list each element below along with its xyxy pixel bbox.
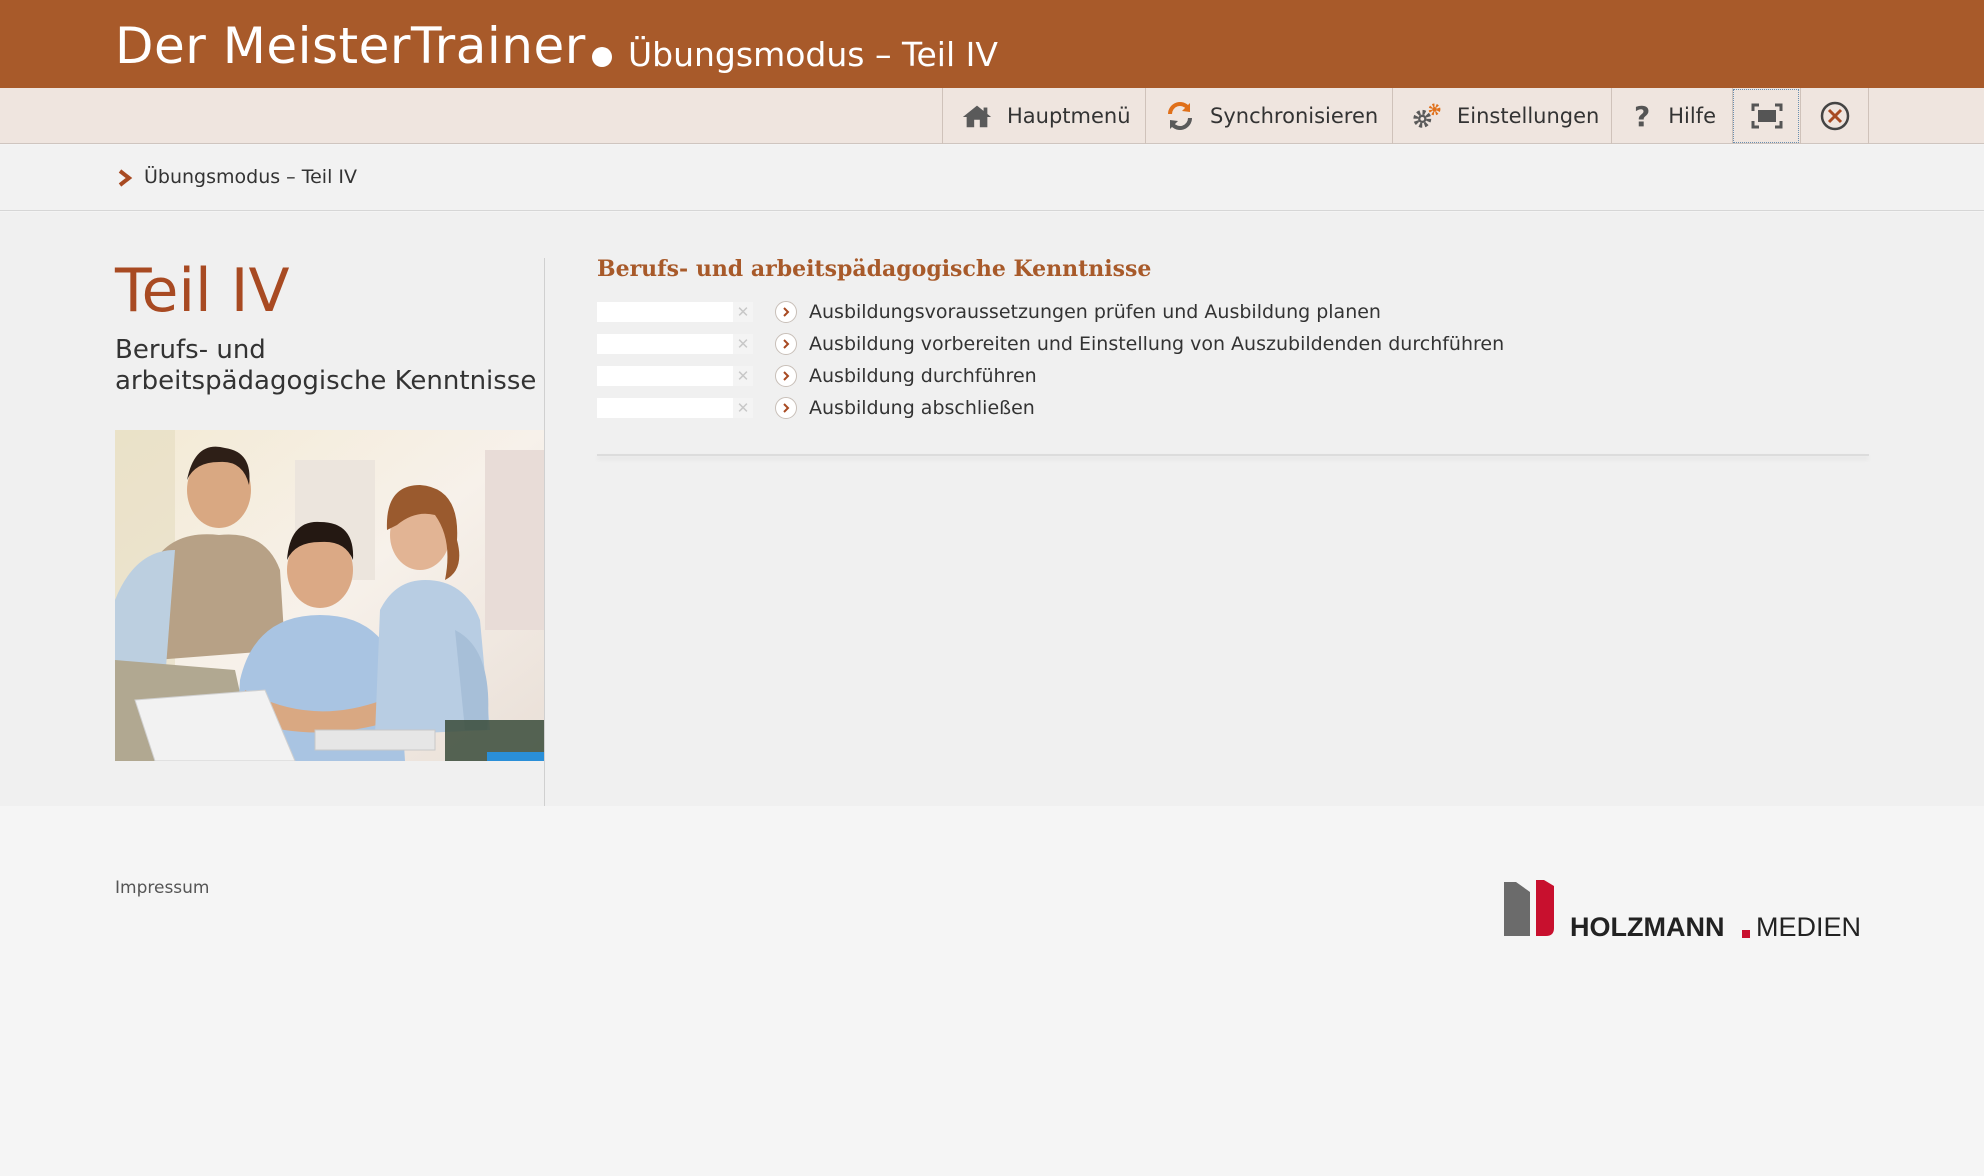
main-content: Teil IV Berufs- und arbeitspädagogische …	[0, 212, 1984, 808]
logo-brand: HOLZMANN	[1570, 912, 1725, 942]
help-button[interactable]: ? Hilfe	[1611, 88, 1732, 144]
help-icon: ?	[1633, 99, 1651, 133]
sync-label: Synchronisieren	[1210, 104, 1379, 128]
logo-sub: MEDIEN	[1756, 912, 1862, 942]
divider	[544, 258, 545, 808]
part-subtitle: Berufs- und arbeitspädagogische Kenntnis…	[115, 335, 537, 396]
help-label: Hilfe	[1668, 104, 1716, 128]
settings-button[interactable]: Einstellungen	[1392, 88, 1611, 144]
sync-icon	[1164, 100, 1196, 132]
chevron-right-icon[interactable]	[775, 397, 797, 419]
section-divider	[597, 454, 1869, 456]
progress-bar: ✕	[597, 366, 753, 386]
topic-item[interactable]: ✕ Ausbildung durchführen	[597, 360, 1867, 392]
topic-label[interactable]: Ausbildung vorbereiten und Einstellung v…	[809, 333, 1504, 355]
impressum-link[interactable]: Impressum	[115, 878, 210, 898]
home-icon	[961, 100, 993, 132]
progress-bar: ✕	[597, 334, 753, 354]
chevron-right-icon[interactable]	[775, 365, 797, 387]
toolbar: Hauptmenü Synchronisieren Einstellungen …	[0, 88, 1984, 144]
logo-mark-icon	[1504, 880, 1554, 936]
topic-label[interactable]: Ausbildungsvoraussetzungen prüfen und Au…	[809, 301, 1381, 323]
part-title: Teil IV	[115, 256, 290, 326]
close-button[interactable]	[1800, 88, 1869, 144]
holzmann-logo: HOLZMANN MEDIEN	[1502, 878, 1861, 948]
chevron-right-icon	[118, 169, 133, 187]
chevron-right-icon[interactable]	[775, 301, 797, 323]
gear-icon	[1411, 100, 1443, 132]
section-title: Berufs- und arbeitspädagogische Kenntnis…	[597, 256, 1152, 282]
app-header: Der MeisterTrainer Übungsmodus – Teil IV	[0, 0, 1984, 88]
topic-list: ✕ Ausbildungsvoraussetzungen prüfen und …	[597, 296, 1867, 424]
mode-dot-icon	[592, 47, 612, 67]
clear-icon: ✕	[733, 334, 753, 354]
clear-icon: ✕	[733, 398, 753, 418]
clear-icon: ✕	[733, 302, 753, 322]
footer: Impressum HOLZMANN MEDIEN	[0, 806, 1984, 1176]
logo-dot	[1742, 930, 1750, 938]
breadcrumb: Übungsmodus – Teil IV	[0, 145, 1984, 211]
topic-label[interactable]: Ausbildung abschließen	[809, 397, 1035, 419]
fullscreen-button[interactable]	[1732, 88, 1800, 144]
progress-bar: ✕	[597, 398, 753, 418]
topic-item[interactable]: ✕ Ausbildungsvoraussetzungen prüfen und …	[597, 296, 1867, 328]
close-icon	[1819, 100, 1851, 132]
topic-item[interactable]: ✕ Ausbildung vorbereiten und Einstellung…	[597, 328, 1867, 360]
chevron-right-icon[interactable]	[775, 333, 797, 355]
topic-item[interactable]: ✕ Ausbildung abschließen	[597, 392, 1867, 424]
main-menu-label: Hauptmenü	[1007, 104, 1131, 128]
main-menu-button[interactable]: Hauptmenü	[942, 88, 1145, 144]
team-photo	[115, 430, 544, 761]
fullscreen-icon	[1751, 100, 1783, 132]
settings-label: Einstellungen	[1457, 104, 1600, 128]
progress-bar: ✕	[597, 302, 753, 322]
sync-button[interactable]: Synchronisieren	[1145, 88, 1392, 144]
topic-label[interactable]: Ausbildung durchführen	[809, 365, 1037, 387]
breadcrumb-current: Übungsmodus – Teil IV	[144, 166, 357, 188]
mode-title: Übungsmodus – Teil IV	[628, 35, 998, 74]
clear-icon: ✕	[733, 366, 753, 386]
app-title: Der MeisterTrainer	[115, 17, 586, 75]
